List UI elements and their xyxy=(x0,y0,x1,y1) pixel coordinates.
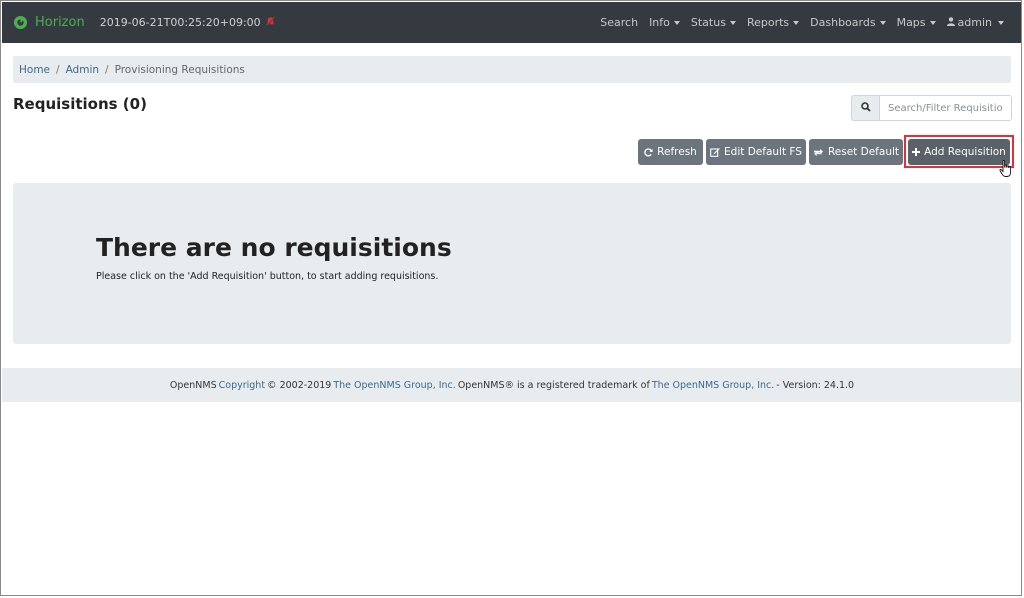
timestamp: 2019-06-21T00:25:20+09:00 xyxy=(99,16,261,29)
nav-user-menu[interactable]: admin xyxy=(946,16,1004,29)
nav-info-label: Info xyxy=(649,16,670,29)
add-requisition-button[interactable]: Add Requisition xyxy=(908,139,1010,165)
top-navbar: Horizon 2019-06-21T00:25:20+09:00 Search… xyxy=(2,2,1021,43)
nav-info[interactable]: Info xyxy=(649,16,680,29)
refresh-button[interactable]: Refresh xyxy=(638,139,703,165)
refresh-label: Refresh xyxy=(657,146,697,158)
breadcrumb-admin[interactable]: Admin xyxy=(66,64,99,76)
breadcrumb: Home / Admin / Provisioning Requisitions xyxy=(13,56,1011,83)
nav-dashboards[interactable]: Dashboards xyxy=(810,16,886,29)
refresh-icon xyxy=(644,147,653,157)
edit-icon xyxy=(710,147,720,157)
footer-version: - Version: 24.1.0 xyxy=(776,379,855,391)
search-group xyxy=(851,95,1012,121)
search-button[interactable] xyxy=(851,95,879,121)
search-input[interactable] xyxy=(879,95,1012,121)
reset-icon xyxy=(813,148,824,157)
nav-search[interactable]: Search xyxy=(600,16,638,29)
caret-down-icon xyxy=(729,20,736,25)
edit-default-fs-label: Edit Default FS xyxy=(724,146,802,158)
reset-default-button[interactable]: Reset Default xyxy=(809,139,903,165)
edit-default-fs-button[interactable]: Edit Default FS xyxy=(706,139,806,165)
user-icon xyxy=(946,16,955,29)
breadcrumb-current: Provisioning Requisitions xyxy=(114,63,245,76)
server-time: 2019-06-21T00:25:20+09:00 xyxy=(99,15,276,30)
caret-down-icon xyxy=(929,20,936,25)
footer: OpenNMS Copyright © 2002-2019 The OpenNM… xyxy=(2,368,1021,402)
nav-reports[interactable]: Reports xyxy=(746,16,800,29)
footer-text: © 2002-2019 xyxy=(267,379,332,391)
bell-slash-icon[interactable] xyxy=(265,15,276,30)
page-title: Requisitions (0) xyxy=(13,95,147,113)
browser-frame: Horizon 2019-06-21T00:25:20+09:00 Search… xyxy=(0,0,1022,596)
nav-status[interactable]: Status xyxy=(691,16,736,29)
opennms-logo-icon xyxy=(13,15,28,30)
nav-menu: Search Info Status Reports Dashboards Ma… xyxy=(600,16,1004,29)
nav-maps[interactable]: Maps xyxy=(897,16,936,29)
nav-status-label: Status xyxy=(690,16,726,29)
empty-state-title: There are no requisitions xyxy=(96,233,452,262)
breadcrumb-separator: / xyxy=(56,63,60,76)
add-requisition-label: Add Requisition xyxy=(924,146,1006,158)
footer-copyright-link[interactable]: Copyright xyxy=(219,380,265,391)
nav-user-label: admin xyxy=(957,16,992,29)
plus-icon xyxy=(912,148,921,156)
footer-group-link[interactable]: The OpenNMS Group, Inc. xyxy=(333,380,455,391)
brand-name: Horizon xyxy=(35,15,85,30)
footer-text: OpenNMS® is a registered trademark of xyxy=(457,379,650,391)
nav-dashboards-label: Dashboards xyxy=(810,16,876,29)
nav-reports-label: Reports xyxy=(746,16,790,29)
breadcrumb-home[interactable]: Home xyxy=(19,64,50,76)
caret-down-icon xyxy=(673,20,680,25)
caret-down-icon xyxy=(879,20,886,25)
caret-down-icon xyxy=(793,20,800,25)
brand[interactable]: Horizon xyxy=(13,15,85,30)
breadcrumb-separator: / xyxy=(105,63,109,76)
reset-default-label: Reset Default xyxy=(827,146,900,158)
search-icon xyxy=(860,101,871,115)
empty-state-text: Please click on the 'Add Requisition' bu… xyxy=(96,271,439,282)
empty-state-panel: There are no requisitions Please click o… xyxy=(13,183,1011,344)
hand-cursor-icon xyxy=(999,160,1013,181)
nav-maps-label: Maps xyxy=(896,16,926,29)
footer-group-link[interactable]: The OpenNMS Group, Inc. xyxy=(652,380,774,391)
footer-text: OpenNMS xyxy=(169,379,217,391)
caret-down-icon xyxy=(998,20,1004,25)
nav-search-label: Search xyxy=(600,16,639,29)
